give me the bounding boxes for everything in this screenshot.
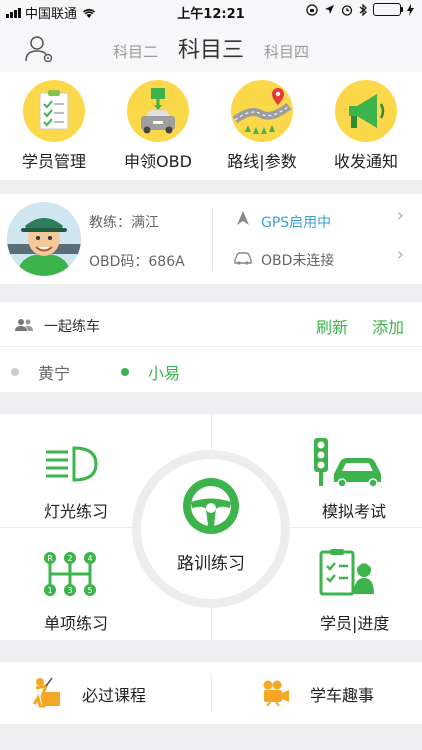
coach-name: 教练：满江: [89, 215, 159, 231]
module-label: 灯光练习: [44, 502, 109, 521]
practice-header: 一起练车 刷新 添加: [0, 302, 422, 347]
road-training-label: 路训练习: [177, 554, 245, 574]
quick-request-obd[interactable]: 申领OBD: [108, 80, 208, 172]
chevron-right-icon: ›: [396, 205, 404, 226]
video-camera-icon: [263, 680, 289, 706]
svg-text:5: 5: [87, 586, 92, 595]
quick-actions: 学员管理 申领OBD 路线|参数 收发通知: [0, 72, 422, 180]
module-label: 学员|进度: [320, 614, 390, 633]
bottom-links: 必过课程 学车趣事: [0, 662, 422, 724]
battery-icon: [373, 3, 403, 16]
bottom-label: 必过课程: [82, 686, 147, 705]
svg-text:4: 4: [87, 554, 92, 563]
megaphone-icon: [335, 80, 397, 142]
bluetooth-icon: [359, 3, 367, 16]
status-right: [306, 3, 414, 16]
quick-student-management[interactable]: 学员管理: [4, 80, 104, 172]
steering-wheel-icon: [183, 478, 239, 534]
module-label: 模拟考试: [322, 502, 387, 521]
practice-together: 一起练车 刷新 添加 黄宁 小易: [0, 302, 422, 392]
rotation-lock-icon: [306, 3, 318, 16]
svg-text:2: 2: [67, 554, 72, 563]
bottom-label: 学车趣事: [310, 686, 375, 705]
quick-notifications[interactable]: 收发通知: [316, 80, 416, 172]
car-icon: [234, 252, 252, 265]
clipboard-checklist-icon: [23, 80, 85, 142]
svg-text:1: 1: [47, 586, 52, 595]
clipboard-progress-icon: [319, 549, 374, 596]
group-users-icon: [15, 319, 33, 331]
bottom-divider: [211, 674, 212, 712]
module-label: 单项练习: [44, 614, 109, 633]
coach-card: 教练：满江 OBD码：686A GPS启用中 › OBD未连接 ›: [0, 194, 422, 284]
refresh-button[interactable]: 刷新: [316, 314, 348, 338]
gps-status: GPS启用中: [261, 215, 332, 231]
gear-shift-icon: R 2 4 1 3 5: [44, 552, 96, 596]
headlight-icon: [46, 446, 98, 482]
tab-subject-four[interactable]: 科目四: [264, 41, 309, 62]
location-arrow-icon: [325, 5, 334, 14]
quick-label: 申领OBD: [124, 152, 192, 171]
traffic-light-car-icon: [314, 438, 381, 488]
coach-divider: [212, 208, 213, 270]
route-map-pin-icon: [231, 80, 293, 142]
road-training-button[interactable]: [141, 459, 281, 599]
subject-tabs: 科目二 科目三 科目四: [0, 32, 422, 64]
chevron-right-icon: ›: [396, 244, 404, 265]
student-status-dot: [121, 368, 129, 376]
obd-status: OBD未连接: [261, 253, 335, 269]
quick-route-params[interactable]: 路线|参数: [212, 80, 312, 172]
tab-subject-three[interactable]: 科目三: [178, 32, 244, 64]
alarm-icon: [341, 4, 353, 16]
tab-subject-two[interactable]: 科目二: [113, 41, 158, 62]
top-nav: 科目二 科目三 科目四: [0, 22, 422, 72]
quick-label: 路线|参数: [227, 152, 297, 171]
quick-label: 收发通知: [333, 152, 398, 171]
student-item[interactable]: 小易: [148, 360, 180, 384]
student-item[interactable]: 黄宁: [38, 360, 70, 384]
coach-obd-code: OBD码：686A: [89, 254, 185, 270]
charging-bolt-icon: [407, 3, 414, 16]
car-device-icon: [127, 80, 189, 142]
add-button[interactable]: 添加: [372, 314, 404, 338]
svg-text:R: R: [47, 554, 53, 563]
coach-avatar[interactable]: [7, 202, 81, 276]
navigation-arrow-icon: [237, 211, 249, 225]
student-status-dot: [11, 368, 19, 376]
practice-title: 一起练车: [44, 319, 100, 335]
quick-label: 学员管理: [21, 152, 86, 171]
svg-text:3: 3: [67, 586, 72, 595]
status-bar: 中国联通 上午12:21: [0, 0, 422, 22]
person-flag-icon: [32, 677, 60, 708]
